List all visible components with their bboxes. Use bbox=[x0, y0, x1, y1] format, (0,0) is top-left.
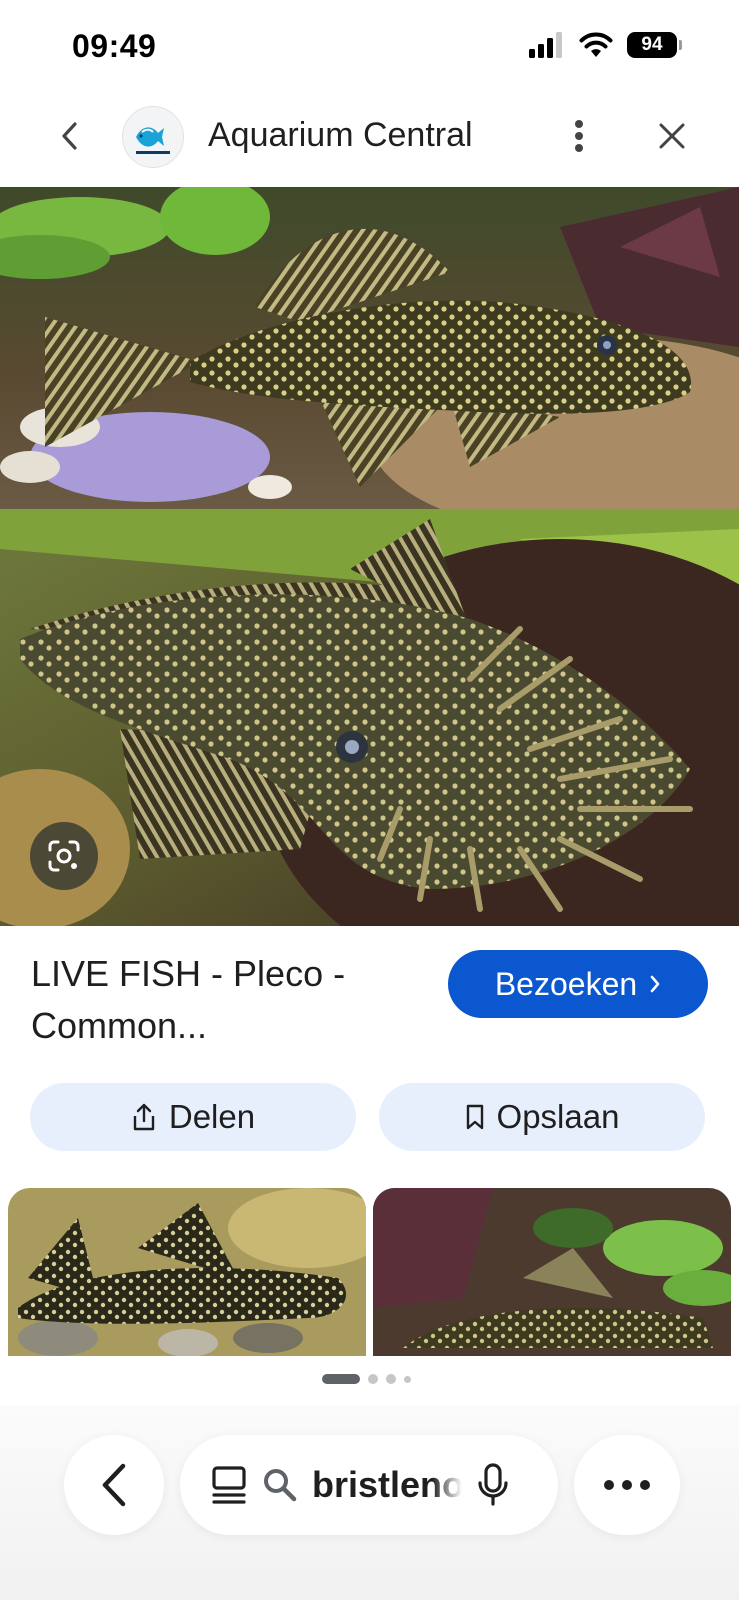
share-label: Delen bbox=[168, 1098, 256, 1135]
pleco-photo-side-view bbox=[0, 187, 739, 509]
browser-back-button[interactable] bbox=[64, 1435, 164, 1535]
related-image-2[interactable] bbox=[373, 1188, 731, 1356]
chevron-right-icon bbox=[650, 975, 660, 993]
share-icon bbox=[133, 1103, 155, 1131]
carousel-pager bbox=[322, 1374, 411, 1384]
signal-icon bbox=[529, 32, 562, 58]
pager-dot bbox=[404, 1375, 411, 1383]
google-lens-button[interactable] bbox=[30, 822, 98, 890]
tabs-icon[interactable] bbox=[210, 1465, 248, 1505]
battery-icon: 94 bbox=[627, 32, 682, 58]
status-icons: 94 bbox=[529, 32, 682, 58]
main-image-bottom[interactable] bbox=[0, 509, 739, 926]
more-horizontal-icon bbox=[604, 1480, 650, 1490]
microphone-icon[interactable] bbox=[476, 1463, 510, 1507]
site-logo[interactable] bbox=[122, 106, 184, 168]
save-label: Opslaan bbox=[496, 1098, 620, 1135]
status-bar: 09:49 94 bbox=[0, 0, 739, 96]
more-options-button[interactable] bbox=[559, 114, 599, 158]
viewer-header: Aquarium Central bbox=[0, 96, 739, 186]
main-image-top[interactable] bbox=[0, 187, 739, 509]
lens-icon bbox=[48, 840, 80, 872]
close-icon bbox=[659, 123, 685, 149]
chevron-left-icon bbox=[102, 1463, 126, 1507]
status-time: 09:49 bbox=[72, 28, 157, 64]
save-button[interactable]: Opslaan bbox=[379, 1083, 705, 1151]
pleco-photo-bristles bbox=[0, 509, 739, 926]
share-button[interactable]: Delen bbox=[30, 1083, 356, 1151]
result-title[interactable]: LIVE FISH - Pleco - Common... bbox=[31, 948, 421, 1052]
wifi-icon bbox=[579, 32, 613, 57]
pleco-on-gravel-photo bbox=[8, 1188, 366, 1356]
search-query[interactable]: bristlenose bbox=[312, 1464, 462, 1506]
more-vertical-icon bbox=[575, 120, 583, 152]
pager-dot-active bbox=[322, 1374, 360, 1384]
aquarium-logo-icon bbox=[136, 127, 170, 154]
site-name[interactable]: Aquarium Central bbox=[208, 116, 473, 155]
battery-level: 94 bbox=[641, 34, 663, 55]
pleco-in-plants-photo bbox=[373, 1188, 731, 1356]
pager-dot bbox=[386, 1374, 396, 1384]
visit-button[interactable]: Bezoeken bbox=[448, 950, 708, 1018]
search-icon bbox=[264, 1469, 297, 1502]
bookmark-icon bbox=[466, 1104, 483, 1130]
search-bar[interactable]: bristlenose bbox=[180, 1435, 558, 1535]
browser-menu-button[interactable] bbox=[574, 1435, 680, 1535]
visit-label: Bezoeken bbox=[494, 965, 638, 1002]
chevron-left-icon bbox=[62, 122, 77, 150]
back-button[interactable] bbox=[50, 116, 90, 156]
related-image-1[interactable] bbox=[8, 1188, 366, 1356]
browser-bottom-bar: bristlenose bbox=[0, 1405, 739, 1600]
close-button[interactable] bbox=[650, 114, 694, 158]
pager-dot bbox=[368, 1374, 378, 1384]
